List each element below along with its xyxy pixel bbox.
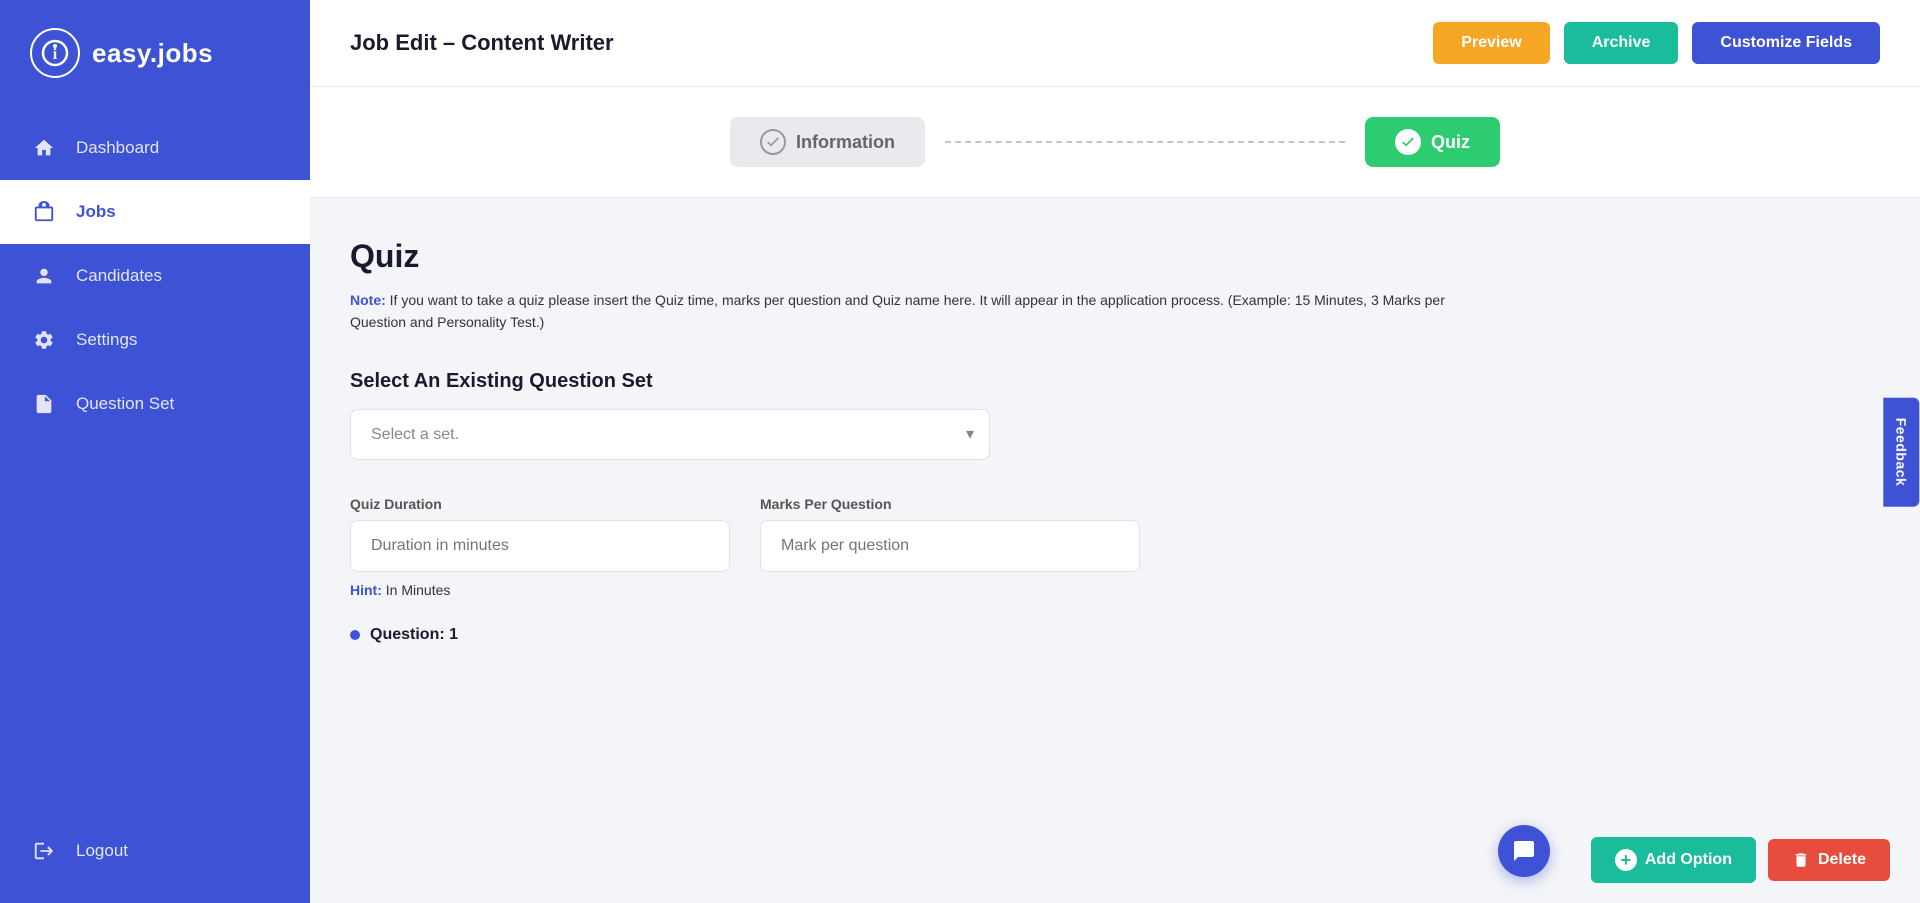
quiz-note: Note: If you want to take a quiz please … (350, 289, 1450, 334)
steps-divider (945, 141, 1345, 143)
preview-button[interactable]: Preview (1433, 22, 1549, 64)
logout-icon (30, 837, 58, 865)
hint-text: Hint: In Minutes (350, 582, 1880, 598)
sidebar-label-question-set: Question Set (76, 394, 174, 414)
question-set-icon (30, 390, 58, 418)
sidebar-logo: i easy.jobs (0, 0, 310, 106)
hint-label: Hint: (350, 582, 382, 598)
add-option-button[interactable]: + Add Option (1591, 837, 1756, 883)
sidebar-item-dashboard[interactable]: Dashboard (0, 116, 310, 180)
marks-field-group: Marks Per Question (760, 496, 1140, 572)
question-dot (350, 630, 360, 640)
sidebar-item-question-set[interactable]: Question Set (0, 372, 310, 436)
sidebar-nav: Dashboard Jobs Candidates Settings Quest… (0, 116, 310, 436)
note-label: Note: (350, 292, 386, 308)
page-header: Job Edit – Content Writer Preview Archiv… (310, 0, 1920, 87)
duration-marks-row: Quiz Duration Marks Per Question (350, 496, 1880, 572)
home-icon (30, 134, 58, 162)
logo-icon: i (30, 28, 80, 78)
note-text: If you want to take a quiz please insert… (350, 292, 1445, 330)
quiz-content: Quiz Note: If you want to take a quiz pl… (310, 198, 1920, 903)
sidebar-item-settings[interactable]: Settings (0, 308, 310, 372)
quiz-title: Quiz (350, 238, 1880, 275)
question-label: Question: 1 (370, 626, 458, 644)
add-option-label: Add Option (1645, 851, 1732, 869)
hint-value: In Minutes (382, 582, 450, 598)
sidebar-label-dashboard: Dashboard (76, 138, 159, 158)
section-label: Select An Existing Question Set (350, 370, 1880, 393)
archive-button[interactable]: Archive (1564, 22, 1679, 64)
steps-container: Information Quiz (310, 87, 1920, 198)
svg-text:i: i (53, 46, 58, 63)
duration-field-group: Quiz Duration (350, 496, 730, 572)
candidates-icon (30, 262, 58, 290)
delete-button[interactable]: Delete (1768, 839, 1890, 881)
sidebar-label-candidates: Candidates (76, 266, 162, 286)
marks-input[interactable] (760, 520, 1140, 572)
logo-text: easy.jobs (92, 38, 213, 69)
customize-fields-button[interactable]: Customize Fields (1692, 22, 1880, 64)
page-title: Job Edit – Content Writer (350, 30, 614, 56)
duration-label: Quiz Duration (350, 496, 730, 512)
sidebar-item-jobs[interactable]: Jobs (0, 180, 310, 244)
delete-label: Delete (1818, 851, 1866, 869)
main-content: Job Edit – Content Writer Preview Archiv… (310, 0, 1920, 903)
question-set-select-wrapper: Select a set. ▾ (350, 409, 990, 460)
marks-label: Marks Per Question (760, 496, 1140, 512)
step-quiz-label: Quiz (1431, 132, 1470, 153)
sidebar-item-logout[interactable]: Logout (0, 819, 310, 883)
jobs-icon (30, 198, 58, 226)
settings-icon (30, 326, 58, 354)
sidebar-item-candidates[interactable]: Candidates (0, 244, 310, 308)
step-quiz-icon (1395, 129, 1421, 155)
sidebar-label-jobs: Jobs (76, 202, 116, 222)
question-item-1: Question: 1 (350, 626, 1880, 644)
question-set-select[interactable]: Select a set. (350, 409, 990, 460)
sidebar-label-settings: Settings (76, 330, 137, 350)
delete-icon (1792, 851, 1810, 869)
step-information-label: Information (796, 132, 895, 153)
step-information[interactable]: Information (730, 117, 925, 167)
step-quiz[interactable]: Quiz (1365, 117, 1500, 167)
chat-button[interactable] (1498, 825, 1550, 877)
sidebar: i easy.jobs Dashboard Jobs Candidates (0, 0, 310, 903)
feedback-tab[interactable]: Feedback (1884, 397, 1920, 506)
add-option-plus-icon: + (1615, 849, 1637, 871)
header-actions: Preview Archive Customize Fields (1433, 22, 1880, 64)
duration-input[interactable] (350, 520, 730, 572)
sidebar-label-logout: Logout (76, 841, 128, 861)
feedback-label: Feedback (1894, 417, 1910, 486)
bottom-actions: + Add Option Delete (1591, 837, 1890, 883)
step-information-icon (760, 129, 786, 155)
